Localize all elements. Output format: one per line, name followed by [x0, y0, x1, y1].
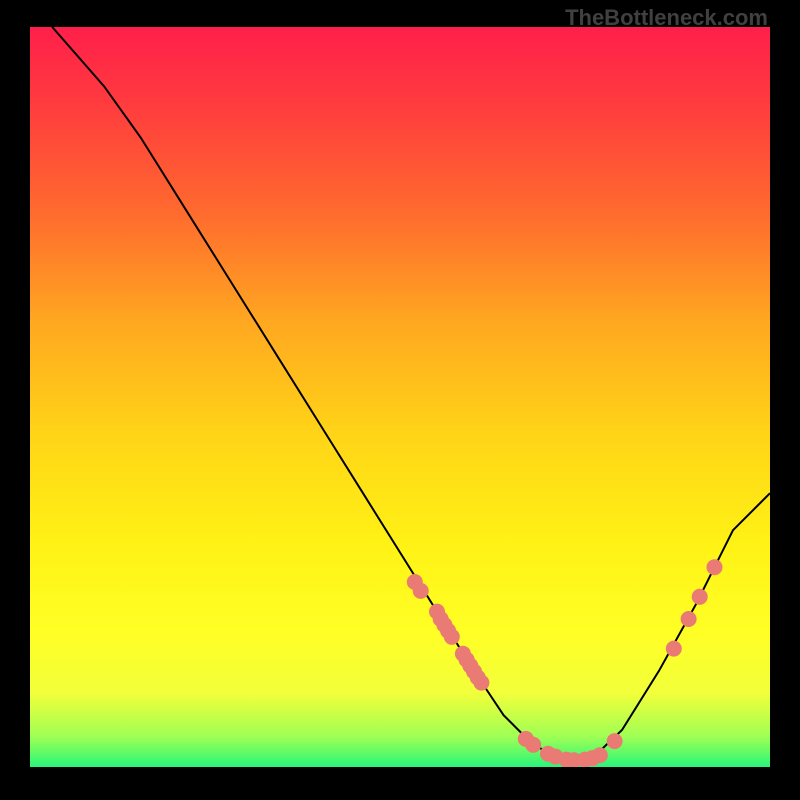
data-point	[518, 731, 534, 747]
data-point	[459, 652, 475, 668]
data-point	[413, 583, 429, 599]
data-point	[540, 746, 556, 762]
data-point	[436, 617, 452, 633]
data-point	[692, 589, 708, 605]
data-point	[440, 623, 456, 639]
curve-line	[52, 27, 770, 761]
data-point	[607, 733, 623, 749]
data-point	[566, 752, 582, 767]
data-point	[666, 641, 682, 657]
data-point	[584, 750, 600, 766]
data-point	[470, 670, 486, 686]
data-point	[547, 749, 563, 765]
data-point	[525, 737, 541, 753]
data-point	[466, 664, 482, 680]
chart-svg	[30, 27, 770, 767]
data-point	[429, 604, 445, 620]
data-point	[577, 752, 593, 767]
chart-plot-area	[30, 27, 770, 767]
data-point	[462, 658, 478, 674]
data-point	[433, 611, 449, 627]
data-point	[707, 559, 723, 575]
data-point	[407, 574, 423, 590]
data-points	[407, 559, 723, 767]
data-point	[681, 611, 697, 627]
data-point	[559, 752, 575, 767]
data-point	[473, 675, 489, 691]
data-point	[592, 747, 608, 763]
data-point	[444, 629, 460, 645]
data-point	[455, 646, 471, 662]
